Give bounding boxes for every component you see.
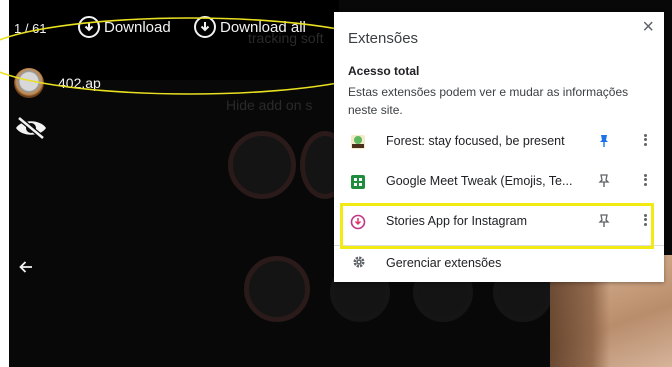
divider bbox=[334, 245, 664, 246]
extension-item-forest[interactable]: Forest: stay focused, be present bbox=[334, 122, 664, 162]
pin-outline-icon[interactable] bbox=[596, 173, 612, 189]
background-story-circle bbox=[228, 131, 296, 199]
more-vert-icon[interactable] bbox=[642, 132, 648, 150]
section-description: Estas extensões podem ver e mudar as inf… bbox=[348, 85, 629, 117]
extension-item-stories-app[interactable]: Stories App for Instagram bbox=[334, 202, 664, 242]
download-label: Download bbox=[104, 18, 171, 36]
download-all-label: Download all bbox=[220, 18, 306, 36]
stories-app-icon bbox=[350, 214, 366, 230]
forest-icon bbox=[350, 134, 366, 150]
gear-icon bbox=[352, 255, 366, 269]
download-all-button[interactable]: Download all bbox=[194, 16, 306, 38]
pin-outline-icon[interactable] bbox=[596, 213, 612, 229]
popup-title: Extensões bbox=[348, 30, 419, 47]
download-icon bbox=[194, 16, 216, 38]
story-user[interactable]: 402.ap bbox=[14, 68, 101, 98]
story-counter: 1 / 61 bbox=[14, 21, 47, 36]
manage-extensions-button[interactable]: Gerenciar extensões bbox=[334, 252, 664, 274]
extension-name: Stories App for Instagram bbox=[386, 214, 528, 228]
download-button[interactable]: Download bbox=[78, 16, 171, 38]
download-icon bbox=[78, 16, 100, 38]
back-arrow-icon[interactable] bbox=[18, 259, 34, 280]
meet-tweak-icon bbox=[350, 174, 366, 190]
extension-name: Google Meet Tweak (Emojis, Te... bbox=[386, 174, 573, 188]
manage-extensions-label: Gerenciar extensões bbox=[386, 256, 502, 270]
extensions-popup: Extensões × Acesso total Estas extensões… bbox=[334, 12, 664, 282]
avatar bbox=[14, 68, 44, 98]
background-story-circle bbox=[244, 256, 310, 322]
more-vert-icon[interactable] bbox=[642, 172, 648, 190]
eye-slash-icon[interactable] bbox=[14, 116, 48, 140]
extension-name: Forest: stay focused, be present bbox=[386, 134, 565, 148]
extension-item-google-meet-tweak[interactable]: Google Meet Tweak (Emojis, Te... bbox=[334, 162, 664, 202]
username: 402.ap bbox=[58, 75, 101, 91]
section-title: Acesso total bbox=[348, 64, 420, 78]
pin-icon[interactable] bbox=[596, 133, 612, 149]
more-vert-icon[interactable] bbox=[642, 212, 648, 230]
close-icon[interactable]: × bbox=[642, 16, 654, 39]
background-hint-text: Hide add on s bbox=[226, 97, 313, 113]
